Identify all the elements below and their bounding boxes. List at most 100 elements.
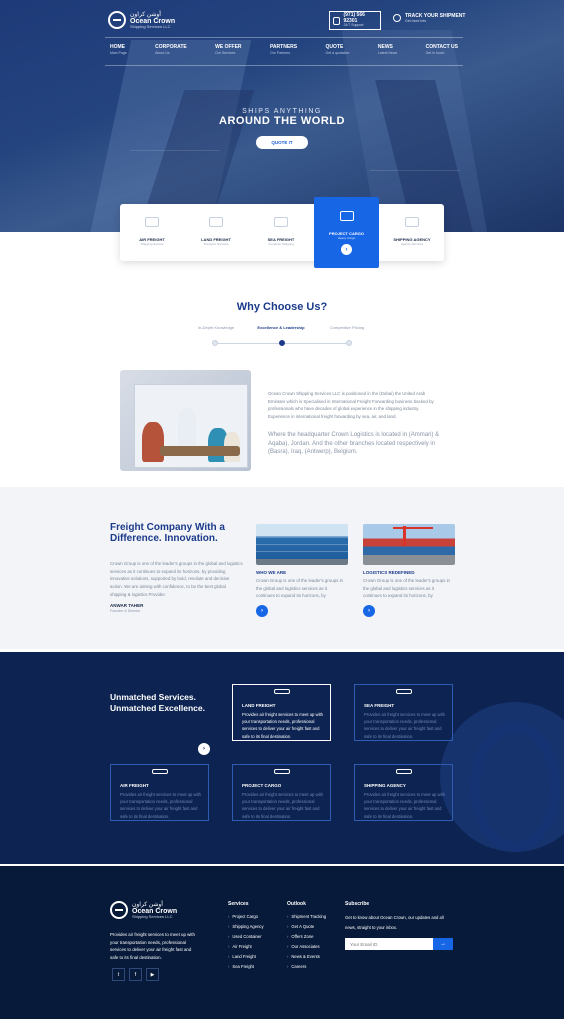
card-title: LOGISTICS REDEFINED	[363, 570, 415, 575]
footer-logo[interactable]: أوشن كراون Ocean Crown Shipping Services…	[110, 901, 177, 919]
footer-link[interactable]: Air Freight	[228, 944, 251, 949]
about-branches: Where the headquarter Crown Logistics is…	[268, 432, 440, 456]
tab-sea-freight[interactable]: SEA FREIGHT Container Shipping	[251, 204, 311, 261]
nav-item-quote[interactable]: QUOTE Get a quotation	[326, 44, 350, 65]
why-step[interactable]: Competitive Pricing	[317, 325, 377, 330]
footer-link[interactable]: Used Container	[228, 934, 261, 939]
subscribe-email-input[interactable]	[345, 938, 433, 950]
why-step-active[interactable]: Excellence & Leadership	[251, 325, 311, 330]
service-text: Provides air freight services to meet up…	[364, 711, 445, 739]
service-text: Provides air freight services to meet up…	[364, 791, 445, 819]
service-sea-freight[interactable]: SEA FREIGHT Provides air freight service…	[354, 684, 453, 741]
nav-item-home[interactable]: HOME Main Page	[110, 44, 127, 65]
footer-link[interactable]: Shipment Tracking	[287, 914, 326, 919]
hero-kicker: SHIPS ANYTHING	[242, 108, 322, 115]
why-step[interactable]: In-Depth Knowledge	[186, 325, 246, 330]
track-shipment-link[interactable]: TRACK YOUR SHIPMENT Get more info	[393, 13, 465, 23]
footer-link[interactable]: Shipping Agency	[228, 924, 263, 929]
cargo-truck-icon	[339, 211, 354, 221]
service-tabs: AIR FREIGHT Shipping Service LAND FREIGH…	[120, 204, 444, 261]
card-title: WHO WE ARE	[256, 570, 287, 575]
footer-services-title: Services	[228, 901, 249, 907]
card-text: Crown Group is one of the leader's group…	[256, 578, 343, 599]
airplane-icon	[145, 217, 159, 227]
cargo-truck-icon	[273, 769, 290, 774]
service-title: SHIPPING AGENCY	[364, 782, 406, 788]
truck-icon	[209, 217, 223, 227]
hero-line	[130, 150, 220, 151]
youtube-icon[interactable]: ▶	[146, 968, 159, 981]
footer-link[interactable]: Offers Zone	[287, 934, 313, 939]
nav-item-we-offer[interactable]: WE OFFER Our Services	[215, 44, 241, 65]
footer-link[interactable]: Land Freight	[228, 954, 256, 959]
arrow-right-icon[interactable]: ›	[198, 743, 210, 755]
warehouse-icon	[395, 769, 412, 774]
arrow-right-icon[interactable]: ›	[363, 605, 375, 617]
tab-sub: Transport Services	[203, 242, 229, 246]
service-land-freight[interactable]: LAND FREIGHT Provides air freight servic…	[232, 684, 331, 741]
service-text: Provides air freight services to meet up…	[120, 791, 201, 819]
founder-name: ANWAR TAHER	[110, 603, 144, 608]
nav-item-corporate[interactable]: CORPORATE About Us	[155, 44, 187, 65]
footer-link[interactable]: Our Associates	[287, 944, 319, 949]
logo-tagline: Shipping Services LLC	[130, 23, 171, 29]
logistics-card: LOGISTICS REDEFINED Crown Group is one o…	[354, 497, 455, 640]
nav-sub: Our Partners	[269, 50, 291, 55]
truck-icon	[273, 689, 290, 694]
why-dot-active[interactable]	[279, 340, 285, 346]
airplane-icon	[151, 769, 168, 774]
why-dot[interactable]	[212, 340, 218, 346]
globe-graphic	[440, 702, 564, 852]
founder-role: Founder & Director	[110, 609, 141, 613]
footer-link[interactable]: Careers	[287, 964, 306, 969]
footer-about: Provides air freight services to meet up…	[110, 932, 195, 961]
footer-link[interactable]: Get A Quote	[287, 924, 314, 929]
service-air-freight[interactable]: AIR FREIGHT Provides air freight service…	[110, 764, 209, 821]
tab-air-freight[interactable]: AIR FREIGHT Shipping Service	[122, 204, 182, 261]
service-project-cargo[interactable]: PROJECT CARGO Provides air freight servi…	[232, 764, 331, 821]
photo-person	[142, 422, 164, 462]
track-sub: Get more info	[405, 19, 427, 23]
tab-sub: Container Shipping	[268, 242, 294, 246]
tab-sub: Heavy Cargo	[337, 236, 356, 240]
warehouse-icon	[405, 217, 419, 227]
service-title: AIR FREIGHT	[120, 782, 149, 788]
about-paragraph: Ocean Crown Shipping Services LLC is pos…	[268, 391, 434, 420]
tab-shipping-agency[interactable]: SHIPPING AGENCY Agency Services	[382, 204, 442, 261]
hero-line	[370, 170, 460, 171]
why-dot[interactable]	[346, 340, 352, 346]
nav-sub: Our Services	[215, 50, 236, 55]
footer-link[interactable]: Project Cargo	[228, 914, 258, 919]
phone-icon	[333, 16, 341, 25]
phone-contact[interactable]: (971) 566 92301 24/7 Support	[329, 11, 381, 30]
footer-subscribe-title: Subscribe	[345, 901, 370, 907]
hero-title: AROUND THE WORLD	[219, 115, 345, 127]
arrow-right-icon[interactable]: ›	[341, 244, 352, 255]
site-logo[interactable]: أوشن كراون Ocean Crown Shipping Services…	[108, 9, 180, 31]
card-text: Crown Group is one of the leader's group…	[363, 578, 450, 599]
quote-button[interactable]: QUOTE IT	[256, 136, 308, 149]
footer-link[interactable]: Sea Freight	[228, 964, 254, 969]
nav-sub: Latest News	[377, 50, 398, 55]
ship-icon	[274, 217, 288, 227]
nav-sub: About Us	[155, 50, 170, 55]
phone-sub: 24/7 Support	[343, 23, 364, 28]
nav-item-partners[interactable]: PARTNERS Our Partners	[270, 44, 297, 65]
container-image	[256, 524, 348, 565]
nav-item-contact[interactable]: CONTACT US Get in touch	[426, 44, 458, 65]
nav-item-news[interactable]: NEWS Latest News	[378, 44, 397, 65]
tab-land-freight[interactable]: LAND FREIGHT Transport Services	[186, 204, 246, 261]
site-footer	[0, 866, 564, 1019]
twitter-icon[interactable]: t	[112, 968, 125, 981]
facebook-icon[interactable]: f	[129, 968, 142, 981]
subscribe-button[interactable]: →	[433, 938, 453, 950]
logo-tagline: Shipping Services LLC	[132, 913, 173, 919]
service-text: Provides air freight services to meet up…	[242, 711, 323, 739]
service-text: Provides air freight services to meet up…	[242, 791, 323, 819]
tab-project-cargo[interactable]: PROJECT CARGO Heavy Cargo ›	[314, 197, 379, 268]
service-shipping-agency[interactable]: SHIPPING AGENCY Provides air freight ser…	[354, 764, 453, 821]
arrow-right-icon[interactable]: ›	[256, 605, 268, 617]
nav-sub: Get a quotation	[325, 50, 350, 55]
nav-sub: Get in touch	[425, 50, 445, 55]
footer-link[interactable]: News & Events	[287, 954, 319, 959]
